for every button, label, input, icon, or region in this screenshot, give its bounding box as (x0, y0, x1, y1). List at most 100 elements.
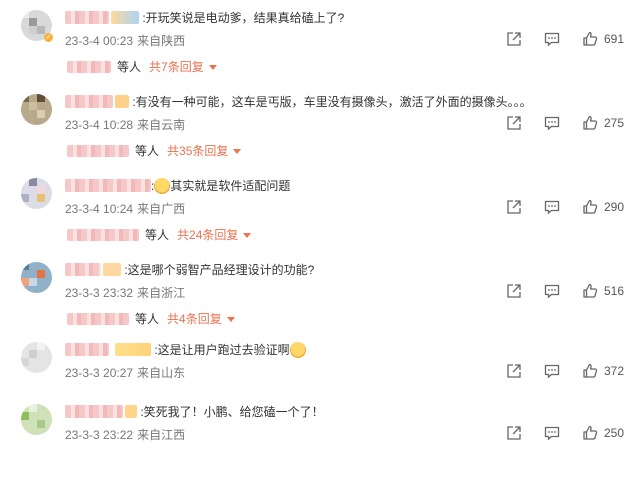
like-button[interactable]: 691 (582, 31, 624, 47)
like-button[interactable]: 372 (582, 363, 624, 379)
like-button[interactable]: 516 (582, 283, 624, 299)
comment-button[interactable] (544, 363, 560, 379)
username[interactable] (65, 405, 123, 418)
reply-suffix: 等人 (135, 144, 160, 158)
username[interactable] (65, 179, 151, 192)
username[interactable] (65, 343, 109, 356)
like-button[interactable]: 290 (582, 199, 624, 215)
reply-summary[interactable]: 等人 共4条回复 (67, 311, 235, 327)
comment-button[interactable] (544, 199, 560, 215)
user-tag-icon (115, 95, 129, 108)
comment-location: 来自浙江 (137, 286, 186, 300)
comment-icon (544, 364, 560, 379)
share-icon (507, 364, 521, 378)
comment-text: :有没有一种可能，这车是丐版，车里没有摄像头，激活了外面的摄像头。。。 (132, 95, 532, 109)
comment-text: :开玩笑说是电动爹，结果真给磕上了? (142, 11, 345, 25)
comment-location: 来自江西 (137, 428, 186, 442)
verified-badge-icon: ✓ (44, 33, 53, 42)
like-count: 290 (603, 200, 624, 214)
comment-icon (544, 32, 560, 47)
comment-button[interactable] (544, 425, 560, 441)
user-tag-icon (115, 343, 151, 356)
comment-text: :笑死我了！小鹏、给您磕一个了！ (140, 405, 324, 419)
like-button[interactable]: 275 (582, 115, 624, 131)
share-button[interactable] (506, 31, 522, 47)
avatar[interactable] (21, 404, 52, 435)
like-count: 372 (603, 364, 624, 378)
username[interactable] (65, 95, 113, 108)
comment-button[interactable] (544, 115, 560, 131)
user-tag-icon (103, 263, 121, 276)
comment-date: 23-3-4 10:28 (65, 118, 134, 132)
caret-down-icon (243, 233, 252, 238)
avatar[interactable] (21, 94, 52, 125)
thumbs-up-icon (583, 283, 598, 298)
comment-location: 来自山东 (137, 366, 186, 380)
comment-date: 23-3-4 00:23 (65, 34, 134, 48)
comment-item: :有没有一种可能，这车是丐版，车里没有摄像头，激活了外面的摄像头。。。 23-3… (0, 88, 640, 168)
comment-icon (544, 426, 560, 441)
username[interactable] (65, 11, 109, 24)
like-button[interactable]: 250 (582, 425, 624, 441)
avatar[interactable] (21, 262, 52, 293)
comment-button[interactable] (544, 31, 560, 47)
like-count: 250 (603, 426, 624, 440)
like-count: 275 (603, 116, 624, 130)
comment-item: :这是哪个弱智产品经理设计的功能? 23-3-3 23:32 来自浙江 516 等… (0, 256, 640, 336)
comment-date: 23-3-3 23:22 (65, 428, 134, 442)
comment-button[interactable] (544, 283, 560, 299)
caret-down-icon (226, 317, 235, 322)
laugh-emoji-icon (289, 342, 306, 358)
comment-location: 来自云南 (137, 118, 186, 132)
reply-suffix: 等人 (135, 312, 160, 326)
reply-count-link[interactable]: 共4条回复 (167, 312, 222, 326)
comment-date: 23-3-4 10:24 (65, 202, 134, 216)
share-button[interactable] (506, 115, 522, 131)
user-tag-icon (111, 11, 139, 24)
comment-item: : 其实就是软件适配问题 23-3-4 10:24 来自广西 290 等人 共24条回… (0, 172, 640, 252)
thumbs-up-icon (583, 363, 598, 378)
share-icon (507, 284, 521, 298)
reply-summary[interactable]: 等人 共24条回复 (67, 227, 252, 243)
share-icon (507, 200, 521, 214)
thumbs-up-icon (583, 31, 598, 46)
thumbs-up-icon (583, 425, 598, 440)
share-button[interactable] (506, 199, 522, 215)
reply-count-link[interactable]: 共35条回复 (167, 144, 228, 158)
share-icon (507, 116, 521, 130)
comment-text: :这是让用户跑过去验证啊 (154, 343, 290, 357)
comment-text: 其实就是软件适配问题 (170, 179, 291, 193)
share-icon (507, 426, 521, 440)
reply-username (67, 313, 129, 325)
share-button[interactable] (506, 363, 522, 379)
comment-location: 来自陕西 (137, 34, 186, 48)
reply-username (67, 229, 139, 241)
comment-item: ✓ :开玩笑说是电动爹，结果真给磕上了? 23-3-4 00:23 来自陕西 69… (0, 4, 640, 84)
reply-suffix: 等人 (117, 60, 142, 74)
comment-location: 来自广西 (137, 202, 186, 216)
caret-down-icon (233, 149, 242, 154)
comment-text: :这是哪个弱智产品经理设计的功能? (124, 263, 315, 277)
comment-date: 23-3-3 20:27 (65, 366, 134, 380)
share-icon (507, 32, 521, 46)
thumbs-up-icon (583, 199, 598, 214)
comment-icon (544, 116, 560, 131)
reply-summary[interactable]: 等人 共35条回复 (67, 143, 242, 159)
reply-summary[interactable]: 等人 共7条回复 (67, 59, 217, 75)
comment-icon (544, 284, 560, 299)
grin-emoji-icon (154, 178, 171, 194)
username[interactable] (65, 263, 101, 276)
share-button[interactable] (506, 425, 522, 441)
like-count: 691 (603, 32, 624, 46)
comment-item: :笑死我了！小鹏、给您磕一个了！ 23-3-3 23:22 来自江西 250 (0, 398, 640, 478)
reply-suffix: 等人 (145, 228, 170, 242)
reply-count-link[interactable]: 共24条回复 (177, 228, 238, 242)
avatar[interactable] (21, 178, 52, 209)
reply-count-link[interactable]: 共7条回复 (149, 60, 204, 74)
comment-date: 23-3-3 23:32 (65, 286, 134, 300)
share-button[interactable] (506, 283, 522, 299)
comment-icon (544, 200, 560, 215)
avatar[interactable] (21, 342, 52, 373)
thumbs-up-icon (583, 115, 598, 130)
reply-username (67, 145, 129, 157)
